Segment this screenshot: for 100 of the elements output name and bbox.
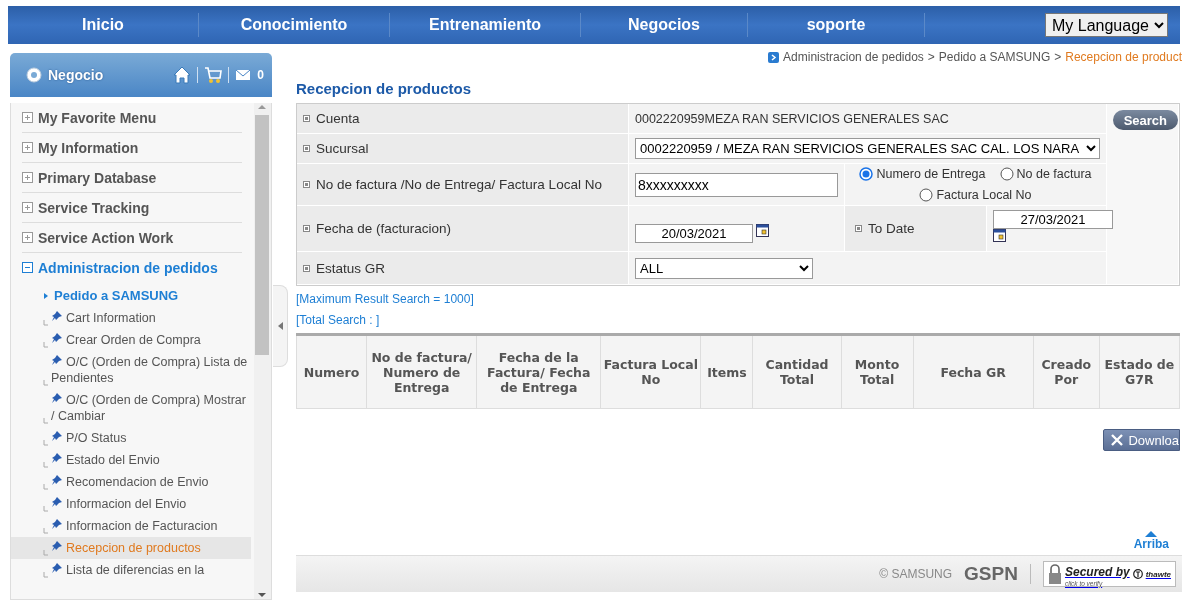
lock-icon — [1047, 564, 1062, 584]
tree-line-icon — [43, 483, 49, 490]
nav-link[interactable]: soporte — [748, 16, 924, 34]
tree-line-icon — [43, 505, 49, 512]
scroll-up-icon[interactable] — [257, 103, 268, 111]
submenu-link[interactable]: Lista de diferencias en la — [11, 559, 251, 581]
from-date-field[interactable]: 20/03/2021 — [635, 224, 753, 243]
pin-icon — [51, 562, 63, 574]
tree-line-icon — [43, 461, 49, 468]
bullet-icon — [855, 225, 862, 232]
breadcrumb-link[interactable]: Pedido a SAMSUNG — [938, 50, 1051, 64]
submenu-link[interactable]: Informacion del Envio — [11, 493, 251, 515]
submenu-link[interactable]: P/O Status — [11, 427, 251, 449]
radio-option[interactable]: No de factura — [999, 166, 1092, 181]
triangle-icon — [44, 292, 48, 299]
breadcrumb-separator: > — [927, 50, 935, 64]
field-label: Estatus GR — [316, 260, 386, 276]
pin-icon — [51, 354, 63, 366]
download-button[interactable]: Downloa — [1103, 429, 1180, 451]
status-select[interactable]: ALL — [635, 257, 813, 279]
submenu-link[interactable]: Estado del Envio — [11, 449, 251, 471]
mail-icon[interactable] — [235, 69, 252, 81]
language-select[interactable]: My Language — [1045, 13, 1168, 37]
tree-line-icon — [43, 417, 49, 424]
message-count: 0 — [257, 68, 264, 82]
calendar-icon[interactable] — [756, 224, 769, 237]
cart-icon[interactable] — [204, 66, 223, 84]
expand-icon — [22, 142, 33, 153]
field-label: To Date — [868, 221, 915, 236]
branch-select[interactable]: 0002220959 / MEZA RAN SERVICIOS GENERALES SAC CAL. LOS NARA — [635, 138, 1100, 159]
expand-icon — [22, 172, 33, 183]
tree-line-icon — [43, 319, 49, 326]
submenu-link[interactable]: Crear Orden de Compra — [11, 329, 251, 351]
radio-option[interactable]: Factura Local No — [919, 188, 1032, 203]
column-header: Factura Local No — [600, 334, 701, 409]
radio-icon[interactable] — [859, 166, 874, 181]
tree-line-icon — [43, 549, 49, 556]
submenu-link[interactable]: O/C (Orden de Compra) Lista de Pendientes — [11, 351, 251, 389]
field-label: No de factura /No de Entrega/ Factura Local No — [316, 177, 602, 192]
expand-icon — [22, 202, 33, 213]
invoice-field[interactable]: 8xxxxxxxxx — [635, 172, 838, 197]
nav-link[interactable]: Entrenamiento — [390, 16, 580, 34]
column-header: Fecha de la Factura/ Fecha de Entrega — [476, 334, 601, 409]
account-value: 0002220959MEZA RAN SERVICIOS GENERALES SAC — [635, 111, 949, 126]
radio-icon[interactable] — [919, 188, 934, 203]
radio-icon[interactable] — [999, 166, 1014, 181]
column-header: Creado Por — [1033, 334, 1100, 409]
up-arrow-icon — [1145, 531, 1158, 537]
home-icon[interactable] — [173, 66, 192, 84]
pin-icon — [51, 392, 63, 404]
nav-link[interactable]: Negocios — [581, 16, 747, 34]
column-header: Items — [700, 334, 753, 409]
submenu-link[interactable]: Informacion de Facturacion — [11, 515, 251, 537]
pin-icon — [51, 430, 63, 442]
menu-item[interactable]: Primary Database — [22, 163, 242, 193]
menu-item[interactable]: Service Action Work — [22, 223, 242, 253]
scrollbar-thumb[interactable] — [255, 115, 270, 355]
field-label: Sucursal — [316, 141, 369, 156]
expand-icon — [22, 112, 33, 123]
pin-icon — [51, 452, 63, 464]
pin-icon — [51, 332, 63, 344]
menu-item[interactable]: My Information — [22, 133, 242, 163]
brand-text: GSPN — [964, 563, 1018, 585]
pin-icon — [51, 540, 63, 552]
submenu-link[interactable]: Cart Information — [11, 307, 251, 329]
bullet-icon — [303, 264, 310, 272]
scroll-down-icon[interactable] — [257, 591, 268, 599]
pin-icon — [51, 310, 63, 322]
collapse-handle[interactable] — [273, 285, 288, 367]
nav-link[interactable]: Inicio — [8, 16, 198, 34]
menu-item[interactable]: Service Tracking — [22, 193, 242, 223]
bullet-icon — [303, 115, 310, 122]
left-arrow-icon — [277, 322, 283, 330]
pin-icon — [51, 474, 63, 486]
search-note: [Maximum Result Search = 1000] — [296, 292, 475, 306]
submenu-link[interactable]: Recomendacion de Envio — [11, 471, 251, 493]
bullet-icon — [303, 181, 310, 188]
search-button[interactable]: Search — [1112, 110, 1178, 130]
submenu-item[interactable]: Pedido a SAMSUNG — [22, 282, 254, 307]
nav-link[interactable]: Conocimiento — [199, 16, 389, 34]
tree-line-icon — [43, 571, 49, 578]
sidebar-title: Negocio — [48, 67, 104, 83]
field-label: Fecha de (facturacion) — [316, 221, 452, 236]
column-header: Fecha GR — [913, 334, 1034, 409]
seal-logo-icon — [1132, 569, 1143, 579]
submenu-link[interactable]: O/C (Orden de Compra) Mostrar / Cambiar — [11, 389, 251, 427]
collapse-icon — [22, 262, 33, 273]
to-date-field[interactable]: 27/03/2021 — [993, 210, 1113, 229]
field-label: Cuenta — [316, 111, 360, 126]
radio-option[interactable]: Numero de Entrega — [859, 166, 986, 181]
breadcrumb-separator: > — [1054, 50, 1062, 64]
menu-item[interactable]: My Favorite Menu — [22, 103, 242, 133]
bullet-icon — [303, 225, 310, 232]
breadcrumb-link[interactable]: Administracion de pedidos — [783, 50, 924, 64]
column-header: Cantidad Total — [752, 334, 842, 409]
calendar-icon[interactable] — [993, 229, 1006, 242]
back-to-top-link[interactable]: Arriba — [1133, 531, 1169, 551]
menu-item[interactable]: Administracion de pedidos — [22, 253, 242, 282]
column-header: Numero — [296, 334, 367, 409]
tree-line-icon — [43, 439, 49, 446]
